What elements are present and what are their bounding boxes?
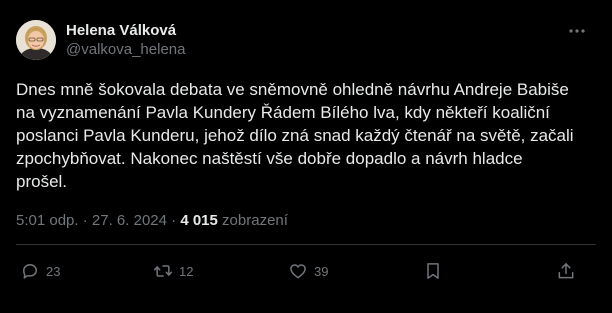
bookmark-icon <box>427 263 439 279</box>
heart-icon <box>290 264 306 279</box>
views-label: zobrazení <box>222 212 288 229</box>
views-count: 4 015 <box>180 212 218 229</box>
reply-count: 23 <box>46 263 61 279</box>
repost-arrows-icon <box>153 265 173 277</box>
more-horizontal-icon <box>569 29 585 33</box>
post-text-line: prošel. <box>16 172 68 191</box>
more-options-button[interactable] <box>566 22 588 40</box>
post-text-line: poslanci Pavla Kunderu, jehož dílo zná s… <box>16 126 574 145</box>
divider <box>16 244 596 245</box>
post-time[interactable]: 5:01 odp. <box>16 212 79 229</box>
post-meta: 5:01 odp. · 27. 6. 2024 · 4 015 zobrazen… <box>16 212 288 230</box>
like-count: 39 <box>314 263 329 279</box>
like-button[interactable]: 39 <box>288 260 328 282</box>
meta-separator: · <box>166 212 181 229</box>
repost-count: 12 <box>179 263 194 279</box>
author-name[interactable]: Helena Válková <box>66 22 176 40</box>
post-text-line: na vyznamenání Pavla Kundery Řádem Bíléh… <box>16 103 550 122</box>
share-button[interactable] <box>556 260 576 282</box>
action-bar: 23 12 39 <box>0 258 612 284</box>
avatar[interactable] <box>16 20 56 60</box>
tweet-card: Helena Válková @valkova_helena Dnes mně … <box>0 0 612 313</box>
meta-separator: · <box>78 212 92 229</box>
repost-button[interactable]: 12 <box>153 260 193 282</box>
post-text-line: zpochybňovat. Nakonec naštěstí vše dobře… <box>16 149 523 168</box>
author-handle[interactable]: @valkova_helena <box>66 41 185 59</box>
post-text-line: Dnes mně šokovala debata ve sněmovně ohl… <box>16 80 569 99</box>
bookmark-button[interactable] <box>423 260 443 282</box>
share-upload-icon <box>558 263 574 279</box>
post-text: Dnes mně šokovala debata ve sněmovně ohl… <box>16 78 596 193</box>
reply-button[interactable]: 23 <box>20 260 60 282</box>
avatar-portrait-image <box>16 20 56 60</box>
speech-bubble-icon <box>23 264 37 279</box>
post-date[interactable]: 27. 6. 2024 <box>92 212 167 229</box>
